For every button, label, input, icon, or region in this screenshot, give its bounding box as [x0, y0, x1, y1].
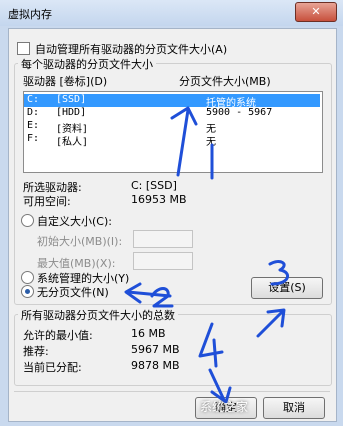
free-space-label: 可用空间:	[23, 195, 71, 208]
column-header-size: 分页文件大小(MB)	[179, 75, 271, 88]
dialog-body: 自动管理所有驱动器的分页文件大小(A) 每个驱动器的分页文件大小 驱动器 [卷标…	[8, 28, 337, 422]
drives-list[interactable]: C: [SSD] 托管的系统 D: [HDD] 5900 - 5967 E: […	[23, 91, 323, 173]
window-title: 虚拟内存	[8, 8, 52, 21]
custom-size-label: 自定义大小(C):	[37, 215, 112, 228]
min-allowed-label: 允许的最小值:	[23, 329, 93, 342]
drives-group-title: 每个驱动器的分页文件大小	[18, 56, 156, 72]
recommended-value: 5967 MB	[131, 343, 180, 356]
max-size-input[interactable]	[133, 252, 193, 270]
initial-size-input[interactable]	[133, 230, 193, 248]
max-size-label: 最大值(MB)(X):	[37, 257, 116, 270]
current-allocated-label: 当前已分配:	[23, 361, 82, 374]
no-paging-file-radio[interactable]	[21, 285, 34, 298]
min-allowed-value: 16 MB	[131, 327, 166, 340]
initial-size-label: 初始大小(MB)(I):	[37, 235, 123, 248]
watermark-logo: 系统之家	[200, 400, 249, 414]
auto-manage-checkbox[interactable]	[17, 42, 30, 55]
recommended-label: 推荐:	[23, 345, 49, 358]
drive-row-c[interactable]: C: [SSD] 托管的系统	[24, 94, 320, 109]
set-button[interactable]: 设置(S)	[251, 277, 323, 299]
current-allocated-value: 9878 MB	[131, 359, 180, 372]
close-button[interactable]: ✕	[295, 2, 337, 22]
title-bar: 虚拟内存 ✕	[0, 0, 343, 26]
custom-size-radio[interactable]	[21, 214, 34, 227]
drive-row-e[interactable]: E: [资料] 无	[24, 120, 320, 135]
drive-row-f[interactable]: F: [私人] 无	[24, 133, 320, 148]
column-header-drive: 驱动器 [卷标](D)	[23, 75, 108, 88]
totals-group-title: 所有驱动器分页文件大小的总数	[18, 307, 178, 323]
no-paging-file-label: 无分页文件(N)	[37, 286, 109, 299]
selected-drive-value: C: [SSD]	[131, 179, 177, 192]
drive-row-d[interactable]: D: [HDD] 5900 - 5967	[24, 107, 320, 120]
system-managed-radio[interactable]	[21, 271, 34, 284]
auto-manage-label: 自动管理所有驱动器的分页文件大小(A)	[35, 43, 228, 56]
free-space-value: 16953 MB	[131, 193, 187, 206]
